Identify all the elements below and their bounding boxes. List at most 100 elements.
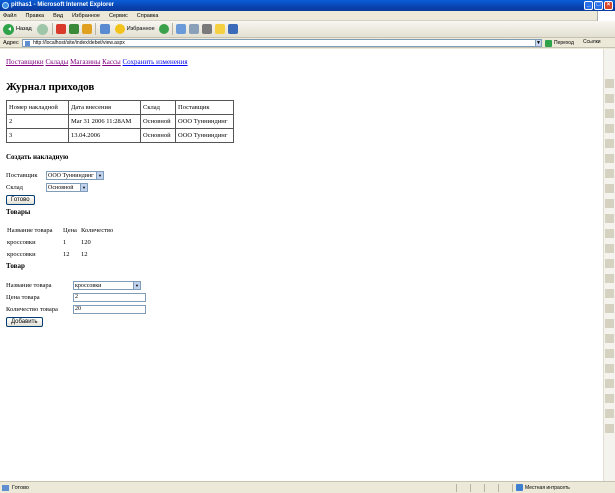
- item-name-row: Название товара кроссовки ▼: [6, 280, 597, 291]
- search-icon: [99, 24, 110, 34]
- menu-edit[interactable]: Правка: [26, 13, 45, 19]
- folder-icon[interactable]: [214, 24, 225, 34]
- links-label[interactable]: Ссылки: [583, 39, 601, 45]
- scrollbar-segment: [605, 289, 614, 298]
- table-row[interactable]: кроссовки 1 120: [6, 236, 114, 248]
- warehouse-select[interactable]: Основной ▼: [46, 183, 88, 192]
- toolbar-separator: [51, 23, 53, 35]
- table-cell: 1: [63, 238, 67, 246]
- back-button[interactable]: Назад: [2, 23, 33, 36]
- item-name-select[interactable]: кроссовки ▼: [73, 281, 141, 290]
- item-price-label: Цена товара: [6, 294, 40, 301]
- table-row[interactable]: кроссовки 12 12: [6, 248, 114, 260]
- column-header: Номер накладной: [6, 100, 69, 115]
- scrollbar-segment: [605, 409, 614, 418]
- media-icon[interactable]: [158, 24, 169, 34]
- forward-button[interactable]: [36, 23, 49, 36]
- table-cell: 2: [6, 114, 69, 129]
- create-invoice-button[interactable]: Готово: [6, 194, 35, 205]
- page-viewport: Поставщики Склады Магазины Кассы Сохрани…: [0, 49, 603, 481]
- scrollbar-segment: [605, 274, 614, 283]
- zone-label: Местная интрасеть: [525, 484, 570, 491]
- scrollbar-segment: [605, 334, 614, 343]
- add-item-button[interactable]: Добавить: [6, 316, 43, 327]
- search-button[interactable]: [99, 23, 111, 36]
- close-button[interactable]: ×: [604, 1, 613, 10]
- scrollbar-segment: [605, 154, 614, 163]
- minimize-button[interactable]: _: [584, 1, 593, 10]
- star-icon: [114, 24, 125, 34]
- scrollbar-segment: [605, 364, 614, 373]
- menu-file[interactable]: Файл: [3, 13, 17, 19]
- table-cell: 12: [81, 250, 88, 258]
- mail-icon[interactable]: [188, 24, 199, 34]
- item-name-selected-value: кроссовки: [75, 282, 102, 289]
- window-title: pithas1 - Microsoft Internet Explorer: [11, 2, 115, 8]
- history-icon[interactable]: [175, 24, 186, 34]
- refresh-icon[interactable]: [68, 24, 79, 34]
- page-done-icon: [2, 485, 9, 491]
- nav-link-suppliers[interactable]: Поставщики: [6, 58, 44, 66]
- messenger-icon[interactable]: [227, 24, 238, 34]
- scrollbar-segment: [605, 349, 614, 358]
- table-cell: 120: [81, 238, 91, 246]
- table-row[interactable]: 2 Mar 31 2006 11:28AM Основной ООО Тунни…: [6, 114, 234, 129]
- supplier-selected-value: ООО Тунниндинг: [48, 172, 94, 179]
- item-price-input[interactable]: 2: [73, 293, 146, 302]
- table-row[interactable]: 3 13.04.2006 Основной ООО Тунниндинг: [6, 128, 234, 143]
- go-button[interactable]: Переход: [545, 39, 578, 47]
- back-arrow-icon: [3, 23, 14, 35]
- table-cell: ООО Тунниндинг: [175, 128, 234, 143]
- nav-link-save-changes[interactable]: Сохранить изменения: [123, 58, 188, 66]
- warehouse-label: Склад: [6, 184, 23, 191]
- item-price-row: Цена товара 2: [6, 292, 597, 303]
- menu-tools[interactable]: Сервис: [109, 13, 128, 19]
- menu-favorites[interactable]: Избранное: [72, 13, 100, 19]
- nav-link-cashdesks[interactable]: Кассы: [102, 58, 121, 66]
- add-item-form: Название товара кроссовки ▼ Цена товара …: [6, 280, 597, 327]
- maximize-button[interactable]: □: [594, 1, 603, 10]
- address-dropdown-button[interactable]: ▼: [535, 39, 542, 47]
- scrollbar-segment: [605, 304, 614, 313]
- scrollbar-segment: [605, 319, 614, 328]
- stop-icon[interactable]: [55, 24, 66, 34]
- vertical-scrollbar[interactable]: [603, 49, 615, 481]
- print-icon[interactable]: [201, 24, 212, 34]
- go-label: Переход: [554, 40, 574, 46]
- browser-toolbar: Назад Избранное: [0, 21, 615, 38]
- warehouse-selected-value: Основной: [48, 184, 74, 191]
- home-icon[interactable]: [81, 24, 92, 34]
- status-pane: [512, 484, 513, 492]
- table-header-row: Название товара Цена Количество: [6, 224, 114, 236]
- goods-table: Название товара Цена Количество кроссовк…: [6, 224, 114, 260]
- supplier-select[interactable]: ООО Тунниндинг ▼: [46, 171, 104, 180]
- chevron-down-icon: ▼: [80, 184, 87, 191]
- table-cell: ООО Тунниндинг: [175, 114, 234, 129]
- scrollbar-segment: [605, 169, 614, 178]
- window-controls: _ □ ×: [584, 1, 613, 10]
- add-item-row: Добавить: [6, 316, 597, 327]
- menu-help[interactable]: Справка: [137, 13, 159, 19]
- windows-logo-icon: [597, 11, 615, 21]
- scrollbar-segment: [605, 244, 614, 253]
- nav-link-shops[interactable]: Магазины: [70, 58, 100, 66]
- address-label: Адрес: [3, 39, 19, 46]
- favorites-button[interactable]: Избранное: [114, 23, 156, 36]
- status-pane: [484, 484, 485, 492]
- page-icon: [25, 41, 30, 46]
- column-header: Количество: [81, 226, 114, 234]
- create-submit-row: Готово: [6, 194, 597, 205]
- table-cell: Основной: [140, 128, 176, 143]
- table-header-row: Номер накладной Дата внесения Склад Пост…: [6, 100, 234, 115]
- create-invoice-heading: Создать накладную: [6, 153, 69, 161]
- scrollbar-segment: [605, 214, 614, 223]
- table-cell: 12: [63, 250, 70, 258]
- menu-view[interactable]: Вид: [53, 13, 63, 19]
- nav-link-warehouses[interactable]: Склады: [45, 58, 68, 66]
- status-pane: [498, 484, 499, 492]
- journal-table: Номер накладной Дата внесения Склад Пост…: [6, 100, 234, 143]
- item-qty-input[interactable]: 20: [73, 305, 146, 314]
- table-cell: Основной: [140, 114, 176, 129]
- address-input[interactable]: http://localhost/site/index/debet/view.a…: [22, 39, 542, 47]
- scrollbar-segment: [605, 229, 614, 238]
